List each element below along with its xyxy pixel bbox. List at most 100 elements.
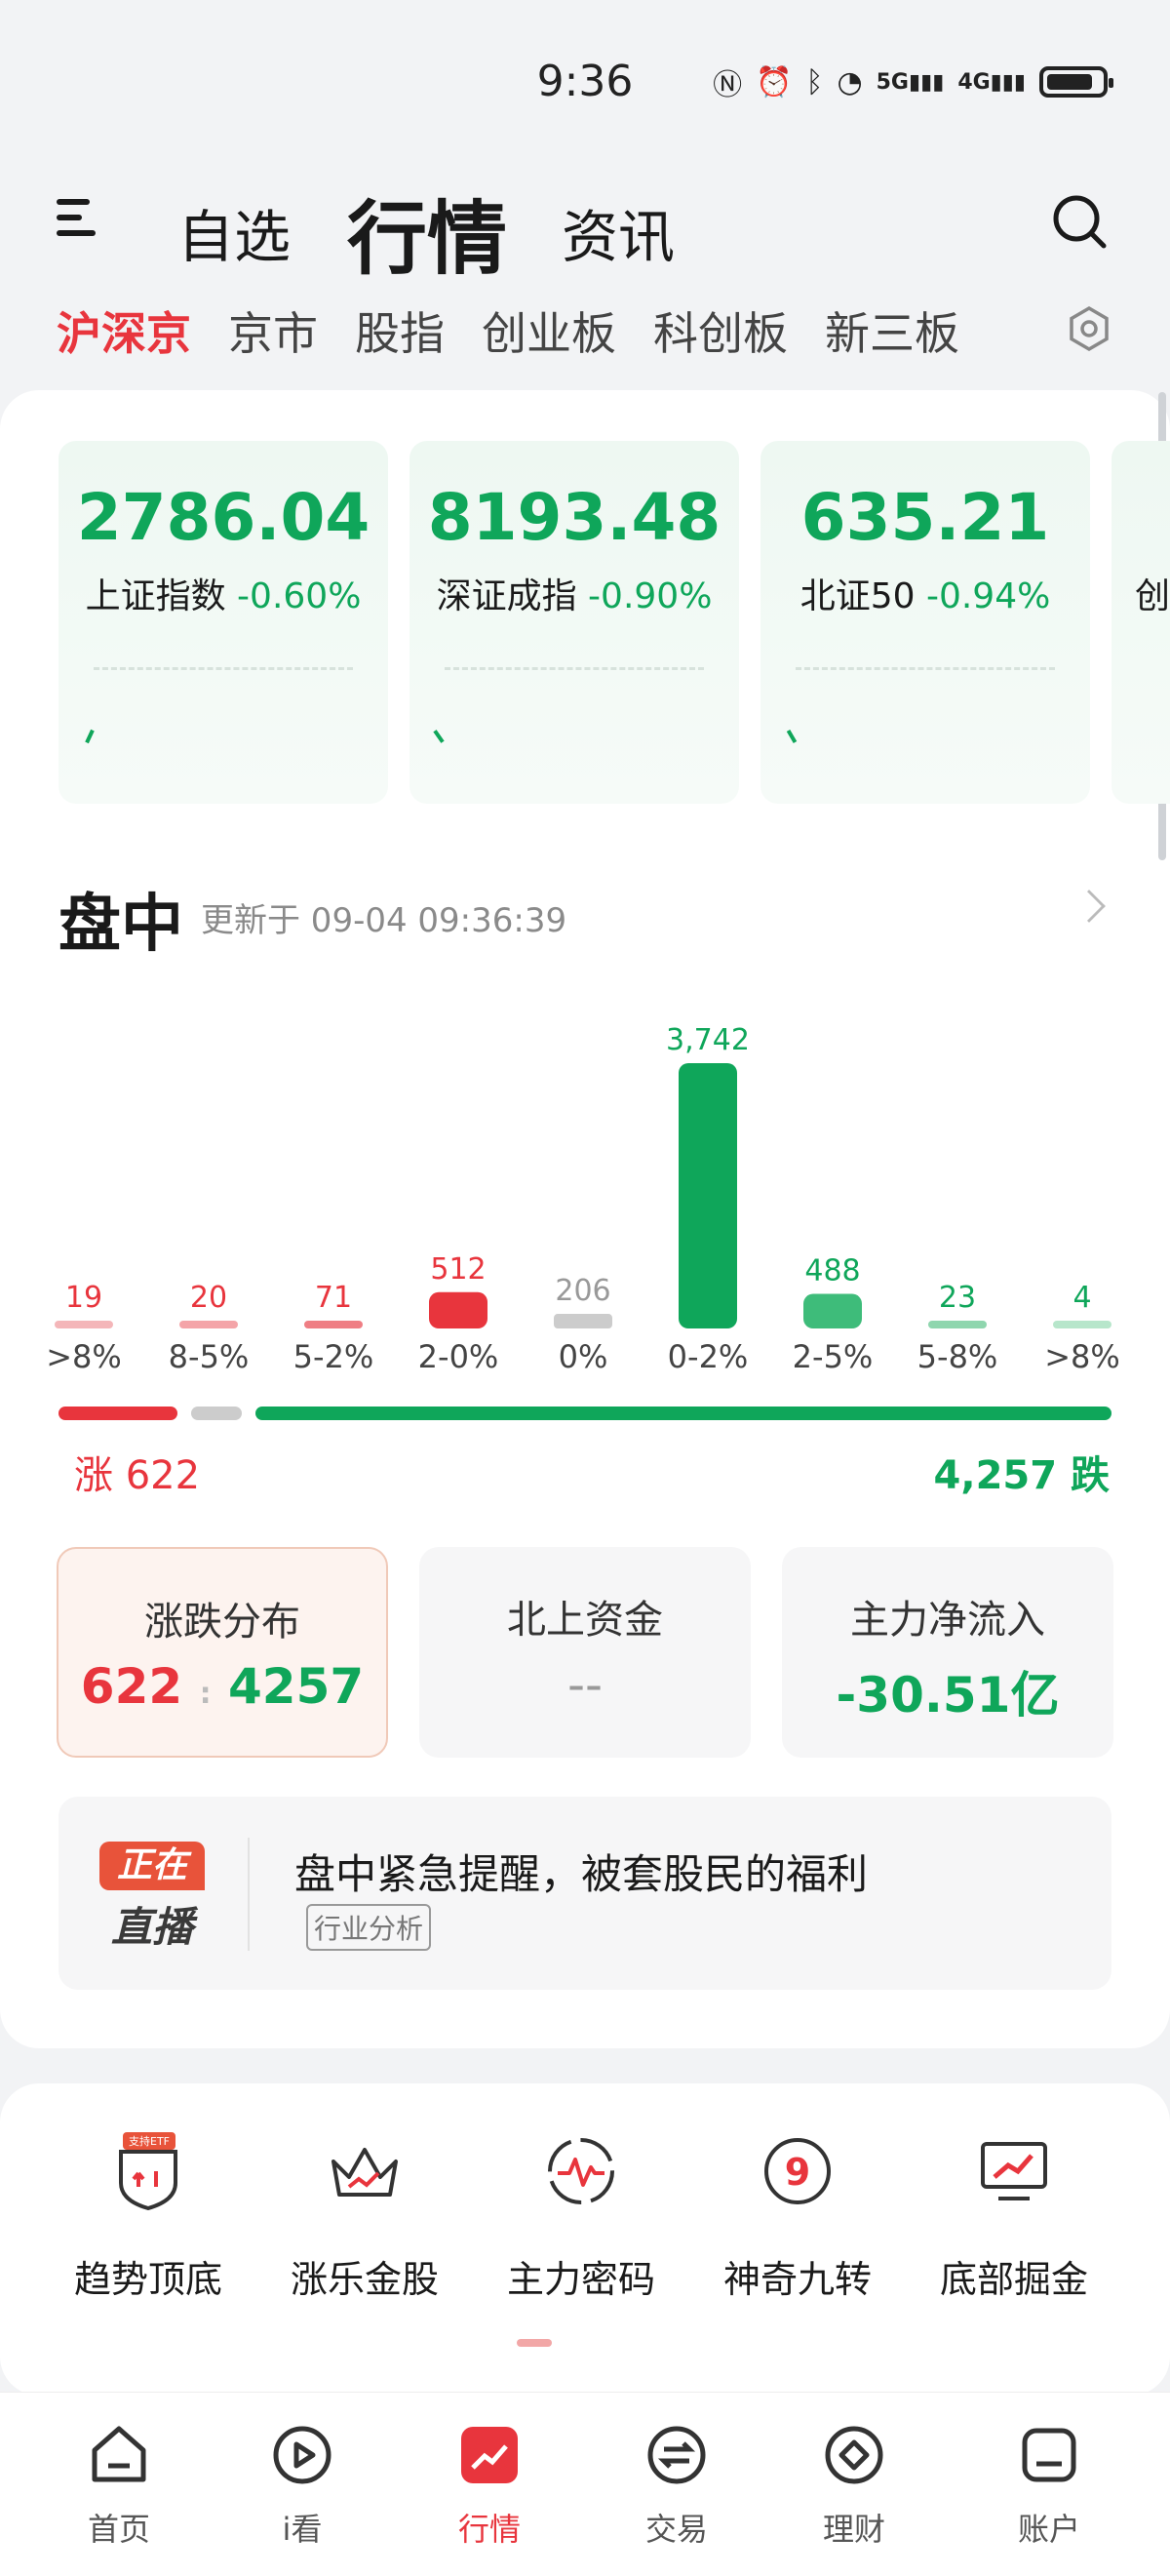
- exchange-icon: [647, 2426, 706, 2484]
- distribution-chart: 19 20 71 512 206 3,742 488 23 4: [55, 1023, 1112, 1328]
- chart-x-label: >8%: [1044, 1338, 1120, 1375]
- sub-tabs: 沪深京 京市 股指 创业板 科创板 新三板: [57, 298, 959, 363]
- tab-watchlist[interactable]: 自选: [177, 191, 291, 273]
- chart-x-label: 2-0%: [417, 1338, 499, 1375]
- subtab-jingshi[interactable]: 京市: [228, 298, 318, 363]
- index-card-shenzhen[interactable]: 8193.48 深证成指 -0.90%: [410, 441, 739, 804]
- nav-market[interactable]: 行情: [421, 2421, 558, 2550]
- ratio-bar-flat: [191, 1407, 242, 1420]
- index-name: 北证50: [800, 576, 916, 616]
- chart-value-label: 206: [555, 1274, 610, 1308]
- chart-bar: [679, 1063, 737, 1328]
- chart-value-label: 19: [65, 1281, 102, 1315]
- nfc-icon: Ⓝ: [713, 68, 743, 102]
- tool-main-code[interactable]: 主力密码: [484, 2132, 679, 2303]
- chart-bar: [1053, 1321, 1112, 1328]
- nav-label: 行情: [457, 2511, 521, 2548]
- stat-title: 北上资金: [507, 1598, 663, 1643]
- chart-value-label: 4: [1072, 1281, 1091, 1315]
- nav-finance[interactable]: 理财: [786, 2421, 922, 2550]
- index-name-row: 上证指数 -0.60%: [58, 568, 388, 618]
- stat-main-inflow[interactable]: 主力净流入 -30.51亿: [782, 1547, 1113, 1758]
- ratio-bar-down: [255, 1407, 1112, 1420]
- tool-badge: 支持ETF: [129, 2134, 170, 2148]
- signal-5g-icon: 5G▮▮▮: [876, 69, 945, 95]
- nav-home[interactable]: 首页: [51, 2421, 187, 2550]
- tab-market[interactable]: 行情: [347, 174, 507, 290]
- index-name: 深证成指: [436, 576, 577, 616]
- shield-etf-icon: 支持ETF: [109, 2132, 187, 2211]
- pulse-circle-icon: [542, 2132, 620, 2210]
- nav-account[interactable]: 账户: [981, 2421, 1117, 2550]
- tool-bottom-gold[interactable]: 底部掘金: [916, 2132, 1112, 2303]
- subtab-fade: [1014, 283, 1072, 361]
- index-change: -0.90%: [588, 576, 713, 616]
- battery-icon: [1039, 66, 1113, 98]
- subtab-xinsanban[interactable]: 新三板: [825, 298, 959, 363]
- nav-label: 首页: [87, 2511, 150, 2548]
- live-banner[interactable]: 正在 直播 盘中紧急提醒，被套股民的福利 行业分析: [58, 1797, 1112, 1990]
- account-icon: [1022, 2428, 1076, 2482]
- index-value: 635.21: [800, 480, 1050, 555]
- nav-ikan[interactable]: i看: [234, 2421, 370, 2550]
- chart-bar: [803, 1293, 862, 1328]
- status-icons: Ⓝ ⏰ ᛒ ◔ 5G▮▮▮ 4G▮▮▮: [713, 60, 1113, 103]
- subtab-hushenjing[interactable]: 沪深京: [57, 298, 191, 363]
- nav-label: i看: [282, 2511, 323, 2548]
- nav-label: 交易: [644, 2511, 708, 2548]
- chart-bar: [304, 1321, 363, 1328]
- play-icon: [273, 2426, 332, 2484]
- stat-value: --: [566, 1656, 604, 1713]
- up-count: 涨 622: [74, 1453, 201, 1498]
- live-tag: 行业分析: [306, 1904, 432, 1951]
- nine-circle-icon: 9: [759, 2132, 837, 2210]
- chart-bar: [928, 1321, 987, 1328]
- index-card-partial[interactable]: 创: [1112, 441, 1170, 804]
- menu-icon[interactable]: [57, 195, 96, 240]
- search-icon[interactable]: [1051, 193, 1108, 250]
- tool-trend-top-bottom[interactable]: 支持ETF 趋势顶底: [51, 2132, 246, 2303]
- subtab-chuangyeban[interactable]: 创业板: [482, 298, 616, 363]
- chart-x-label: 5-8%: [916, 1338, 998, 1375]
- svg-text:9: 9: [785, 2151, 810, 2194]
- tool-zhangle-gold[interactable]: 涨乐金股: [267, 2132, 462, 2303]
- nav-trade[interactable]: 交易: [608, 2421, 745, 2550]
- live-title: 盘中紧急提醒，被套股民的福利: [294, 1850, 869, 1898]
- index-change: -0.94%: [925, 576, 1051, 616]
- tool-magic-nine[interactable]: 9 神奇九转: [700, 2132, 895, 2303]
- signal-4g-icon: 4G▮▮▮: [957, 69, 1026, 95]
- chart-value-label: 3,742: [666, 1023, 750, 1057]
- chart-x-label: 8-5%: [168, 1338, 250, 1375]
- section-title: 盘中: [58, 889, 183, 961]
- tool-label: 趋势顶底: [73, 2258, 222, 2301]
- index-name: 创: [1135, 576, 1170, 616]
- sparkline-mark: [786, 729, 798, 744]
- stat-title: 主力净流入: [850, 1598, 1045, 1643]
- crown-icon: [326, 2132, 404, 2210]
- stat-rise-fall[interactable]: 涨跌分布 622 : 4257: [57, 1547, 388, 1758]
- stat-value: 622 : 4257: [58, 1658, 386, 1715]
- tool-label: 底部掘金: [939, 2258, 1088, 2301]
- chart-x-label: >8%: [46, 1338, 122, 1375]
- index-card-bz50[interactable]: 635.21 北证50 -0.94%: [760, 441, 1090, 804]
- index-name: 上证指数: [85, 576, 226, 616]
- sparkline-mark: [85, 729, 95, 744]
- wifi-icon: ◔: [837, 64, 863, 99]
- stat-down: 4257: [228, 1658, 365, 1715]
- index-name-row: 深证成指 -0.90%: [410, 568, 739, 618]
- sparkline-baseline: [796, 667, 1055, 670]
- index-card-shanghai[interactable]: 2786.04 上证指数 -0.60%: [58, 441, 388, 804]
- settings-icon[interactable]: [1065, 304, 1113, 353]
- chart-bar: [429, 1291, 488, 1328]
- nav-label: 理财: [822, 2511, 885, 2548]
- tool-label: 神奇九转: [722, 2258, 872, 2301]
- tab-news[interactable]: 资讯: [562, 191, 675, 273]
- market-icon: [461, 2427, 518, 2483]
- chart-bar: [55, 1321, 113, 1328]
- index-value: 2786.04: [76, 480, 370, 555]
- subtab-kechuangban[interactable]: 科创板: [653, 298, 788, 363]
- stat-northbound[interactable]: 北上资金 --: [419, 1547, 751, 1758]
- stat-up: 622: [80, 1658, 183, 1715]
- sparkline-mark: [433, 730, 445, 743]
- subtab-guzhi[interactable]: 股指: [355, 298, 445, 363]
